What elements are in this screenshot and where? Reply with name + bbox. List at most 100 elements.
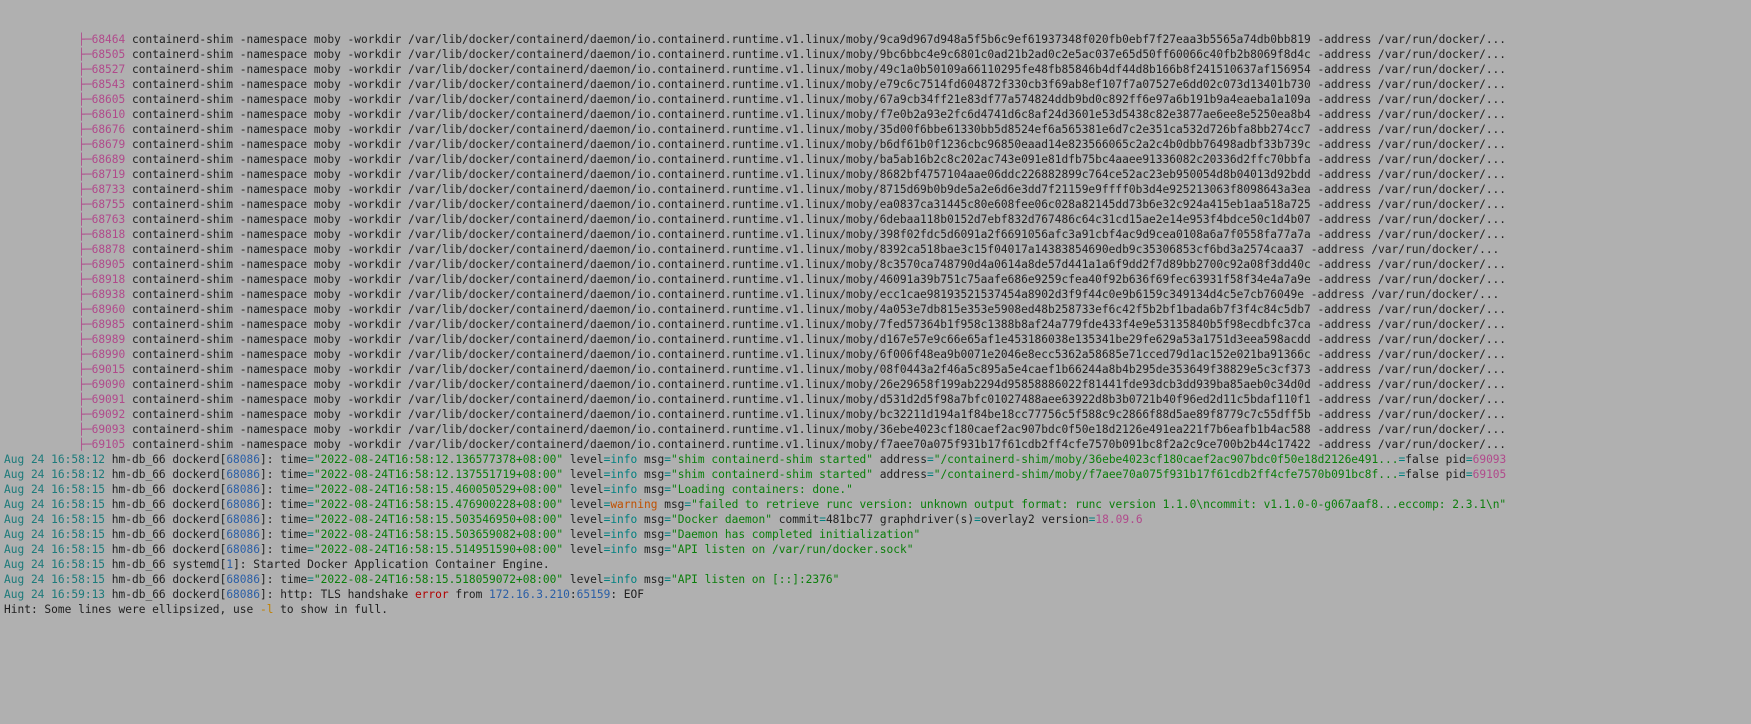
tree-branch-icon: ├─ [78,318,91,331]
log-date: Aug 24 [4,558,51,571]
process-tree-row: ├─69092 containerd-shim -namespace moby … [4,407,1747,422]
process-cmdline: containerd-shim -namespace moby -workdir… [125,33,1506,46]
process-pid: 68676 [92,123,126,136]
process-pid: 68938 [92,288,126,301]
kv-extra: pid [1446,468,1466,481]
log-date: Aug 24 [4,483,51,496]
tree-indent [4,273,78,286]
kv-key: msg [644,513,664,526]
log-host: hm-db_66 [112,513,173,526]
process-cmdline: containerd-shim -namespace moby -workdir… [125,423,1506,436]
log-level: info [610,483,644,496]
process-tree-row: ├─68505 containerd-shim -namespace moby … [4,47,1747,62]
process-pid: 68679 [92,138,126,151]
log-pid: 68086 [226,453,260,466]
tree-indent [4,213,78,226]
process-pid: 68878 [92,243,126,256]
kv-extra: 18.09.6 [1095,513,1142,526]
log-time: 16:58:15 [51,543,112,556]
tree-indent [4,243,78,256]
tree-branch-icon: ├─ [78,48,91,61]
tree-branch-icon: ├─ [78,363,91,376]
kv-key: time [280,528,307,541]
log-host: hm-db_66 [112,558,173,571]
tree-branch-icon: ├─ [78,183,91,196]
log-level: warning [610,498,664,511]
log-pid: 68086 [226,588,260,601]
tree-indent [4,63,78,76]
tree-branch-icon: ├─ [78,138,91,151]
process-cmdline: containerd-shim -namespace moby -workdir… [125,273,1506,286]
log-line: Aug 24 16:58:15 hm-db_66 dockerd[68086]:… [4,512,1747,527]
tree-indent [4,378,78,391]
kv-extra: address [880,468,927,481]
tree-branch-icon: ├─ [78,228,91,241]
process-tree-row: ├─69090 containerd-shim -namespace moby … [4,377,1747,392]
process-tree-row: ├─68905 containerd-shim -namespace moby … [4,257,1747,272]
process-cmdline: containerd-shim -namespace moby -workdir… [125,63,1506,76]
process-tree-row: ├─69015 containerd-shim -namespace moby … [4,362,1747,377]
tree-indent [4,153,78,166]
kv-extra: address [880,453,927,466]
process-cmdline: containerd-shim -namespace moby -workdir… [125,393,1506,406]
process-tree-row: ├─68689 containerd-shim -namespace moby … [4,152,1747,167]
process-cmdline: containerd-shim -namespace moby -workdir… [125,138,1506,151]
process-tree-row: ├─68938 containerd-shim -namespace moby … [4,287,1747,302]
kv-key: level [570,513,604,526]
kv-key: level [570,543,604,556]
process-tree-row: ├─68960 containerd-shim -namespace moby … [4,302,1747,317]
log-level: info [610,468,644,481]
port: 65159 [577,588,611,601]
tree-branch-icon: ├─ [78,78,91,91]
process-tree-row: ├─68719 containerd-shim -namespace moby … [4,167,1747,182]
tree-branch-icon: ├─ [78,393,91,406]
process-pid: 68989 [92,333,126,346]
tree-indent [4,438,78,451]
tree-indent [4,228,78,241]
tree-indent [4,33,78,46]
log-msg: "shim containerd-shim started" [671,468,873,481]
log-line: Aug 24 16:58:15 hm-db_66 dockerd[68086]:… [4,482,1747,497]
kv-extra: pid [1446,453,1466,466]
tree-indent [4,408,78,421]
process-cmdline: containerd-shim -namespace moby -workdir… [125,228,1506,241]
kv-key: level [570,528,604,541]
kv-key: msg [644,543,664,556]
log-pid: 68086 [226,468,260,481]
tree-indent [4,198,78,211]
kv-extra: 69093 [1473,453,1507,466]
log-msg: "failed to retrieve runc version: unknow… [691,498,1506,511]
process-cmdline: containerd-shim -namespace moby -workdir… [125,378,1506,391]
log-process: dockerd [172,453,219,466]
log-level: info [610,453,644,466]
kv-key: time [280,543,307,556]
log-process: dockerd [172,513,219,526]
kv-extra: overlay2 [981,513,1042,526]
process-cmdline: containerd-shim -namespace moby -workdir… [125,438,1506,451]
tree-indent [4,138,78,151]
kv-value: "2022-08-24T16:58:15.518059072+08:00" [314,573,570,586]
log-process: dockerd [172,528,219,541]
process-cmdline: containerd-shim -namespace moby -workdir… [125,198,1506,211]
log-msg: "Loading containers: done." [671,483,853,496]
process-tree-row: ├─69093 containerd-shim -namespace moby … [4,422,1747,437]
process-pid: 69091 [92,393,126,406]
process-cmdline: containerd-shim -namespace moby -workdir… [125,153,1506,166]
kv-value: "2022-08-24T16:58:15.503546950+08:00" [314,513,570,526]
kv-key: level [570,453,604,466]
process-tree-row: ├─68985 containerd-shim -namespace moby … [4,317,1747,332]
kv-key: level [570,468,604,481]
hint-text: Hint: Some lines were ellipsized, use [4,603,260,616]
log-line: Aug 24 16:58:15 hm-db_66 dockerd[68086]:… [4,542,1747,557]
log-level: info [610,528,644,541]
log-line: Aug 24 16:58:15 hm-db_66 dockerd[68086]:… [4,527,1747,542]
log-time: 16:58:15 [51,498,112,511]
process-pid: 68818 [92,228,126,241]
process-cmdline: containerd-shim -namespace moby -workdir… [125,48,1506,61]
log-pid: 68086 [226,498,260,511]
process-pid: 68689 [92,153,126,166]
process-cmdline: containerd-shim -namespace moby -workdir… [125,123,1506,136]
tree-branch-icon: ├─ [78,33,91,46]
process-tree-row: ├─68527 containerd-shim -namespace moby … [4,62,1747,77]
log-level: info [610,573,644,586]
